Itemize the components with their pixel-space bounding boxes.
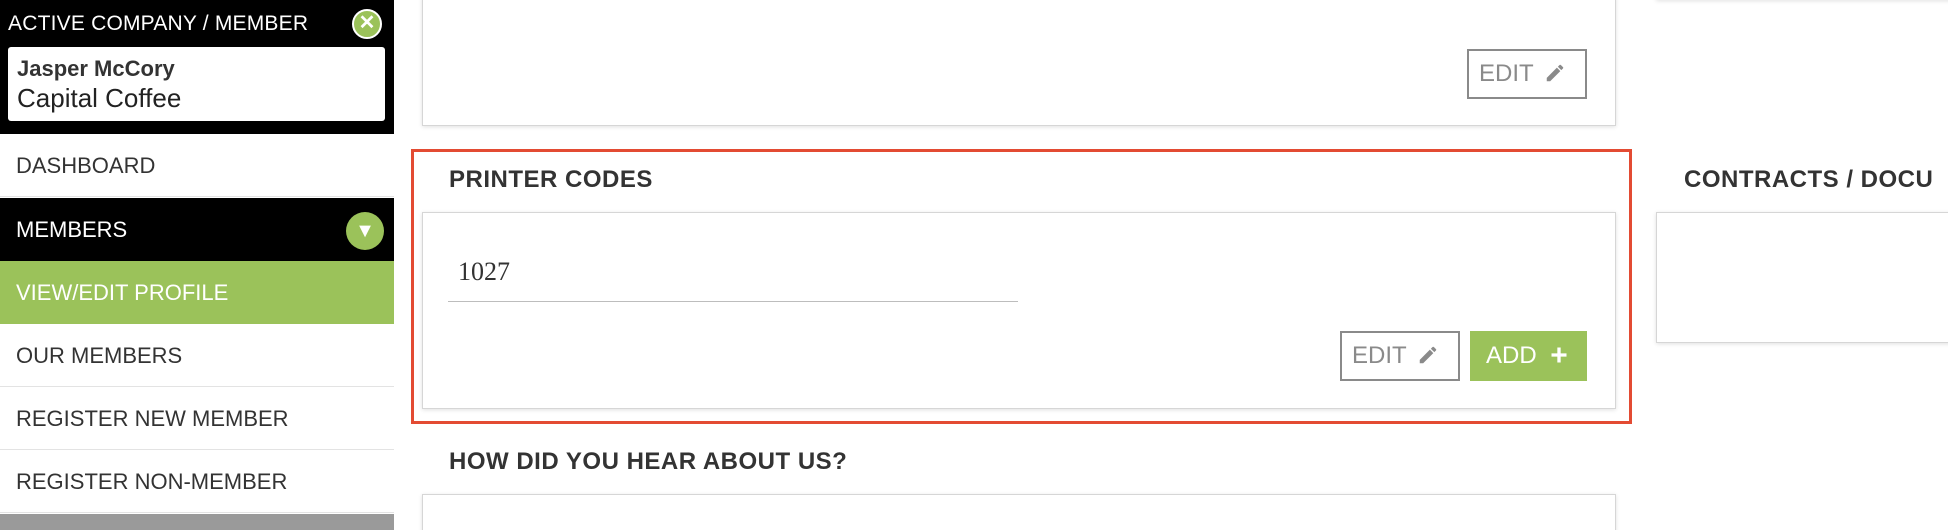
chevron-down-icon[interactable]: ▼: [346, 212, 384, 250]
member-name: Jasper McCory: [17, 56, 175, 81]
printer-codes-highlight: [411, 149, 1632, 424]
section-title-how-did-you-hear: HOW DID YOU HEAR ABOUT US?: [449, 448, 848, 475]
sidebar-item-label: MEMBERS: [16, 217, 128, 242]
how-did-you-hear-panel: [422, 494, 1616, 530]
edit-label: EDIT: [1479, 60, 1534, 87]
active-member-card[interactable]: Jasper McCory Capital Coffee: [8, 47, 385, 121]
close-icon[interactable]: ✕: [352, 9, 382, 39]
contracts-panel: [1656, 212, 1948, 343]
member-company: Capital Coffee: [17, 83, 182, 113]
sidebar-item-register-non-member[interactable]: REGISTER NON-MEMBER: [0, 450, 394, 513]
top-panel: [422, 0, 1616, 126]
sidebar-item-dashboard[interactable]: DASHBOARD: [0, 134, 394, 197]
pencil-icon: [1546, 64, 1564, 82]
sidebar-item-our-members[interactable]: OUR MEMBERS: [0, 324, 394, 387]
sidebar-item-view-edit-profile[interactable]: VIEW/EDIT PROFILE: [0, 261, 394, 324]
sidebar-item-register-new-member[interactable]: REGISTER NEW MEMBER: [0, 387, 394, 450]
sidebar-item-next[interactable]: [0, 514, 394, 530]
sidebar: ACTIVE COMPANY / MEMBER ✕ Jasper McCory …: [0, 0, 394, 530]
section-title-contracts: CONTRACTS / DOCU: [1684, 166, 1934, 193]
sidebar-item-members[interactable]: MEMBERS ▼: [0, 198, 394, 261]
active-company-title: ACTIVE COMPANY / MEMBER: [8, 12, 309, 35]
active-company-member-box: ACTIVE COMPANY / MEMBER ✕ Jasper McCory …: [0, 0, 394, 134]
edit-button[interactable]: EDIT: [1467, 49, 1587, 99]
